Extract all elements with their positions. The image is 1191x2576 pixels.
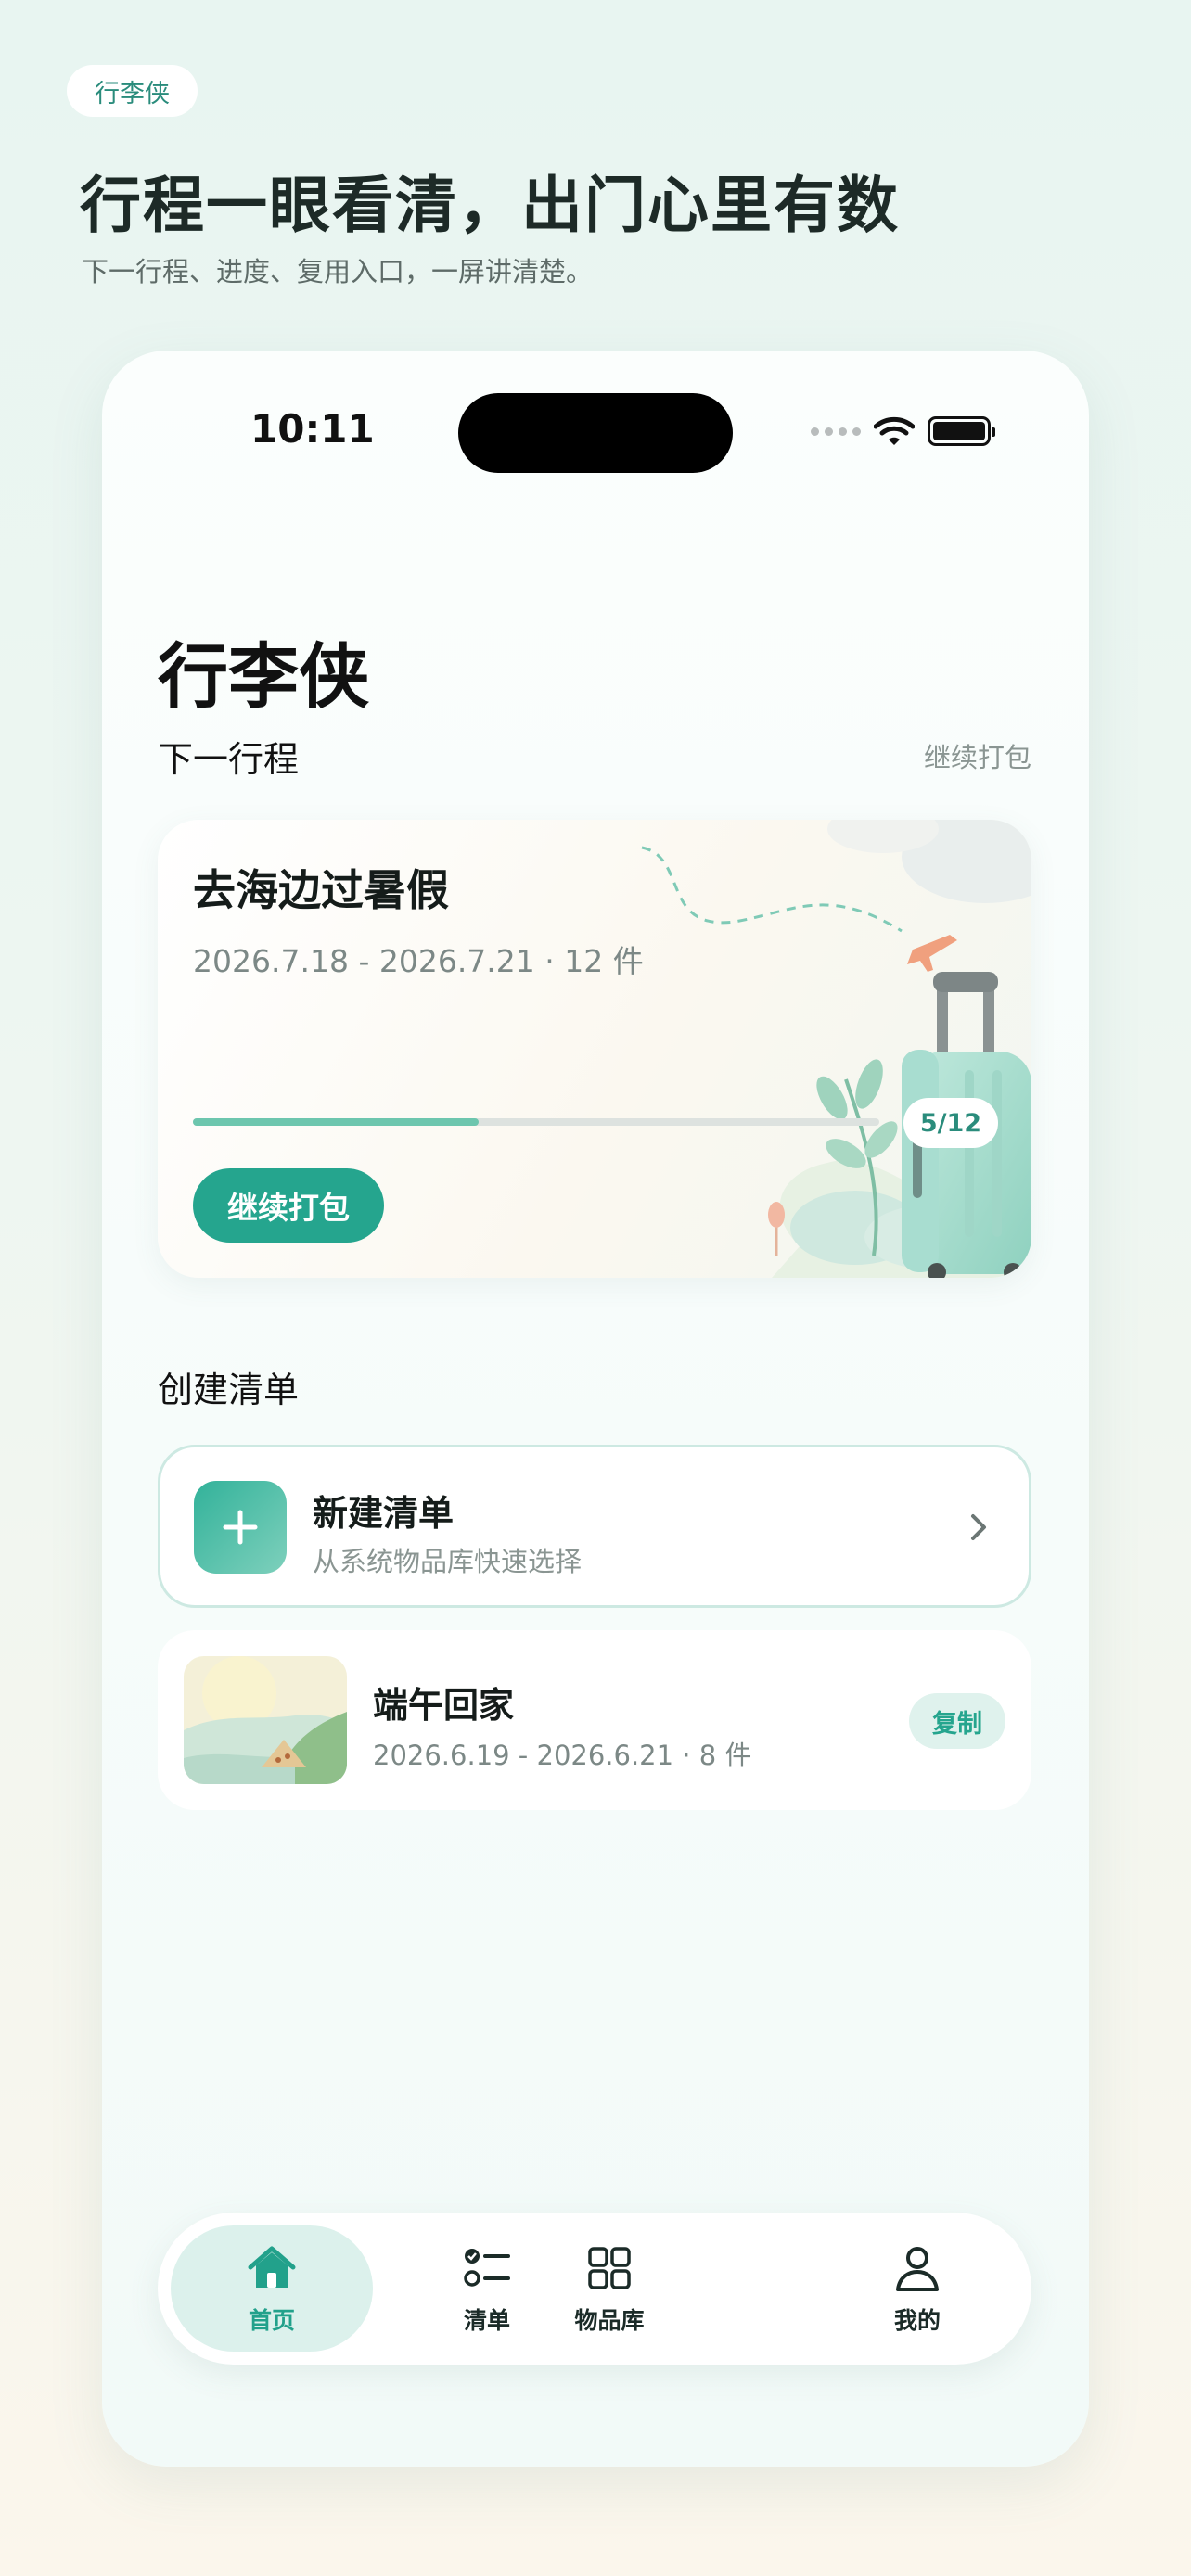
trip-name: 去海边过暑假 — [193, 865, 449, 915]
packed-count-badge: 5/12 — [903, 1098, 998, 1148]
dynamic-island — [458, 393, 733, 473]
status-icons — [811, 415, 995, 447]
plus-icon — [194, 1481, 287, 1574]
user-icon — [896, 2247, 939, 2291]
continue-packing-link[interactable]: 继续打包 — [924, 736, 1031, 775]
new-list-title: 新建清单 — [313, 1493, 455, 1534]
continue-packing-button[interactable]: 继续打包 — [193, 1168, 384, 1243]
packing-progress-bar — [193, 1118, 879, 1126]
trip-thumbnail — [184, 1656, 347, 1784]
tab-home[interactable]: 首页 — [171, 2225, 373, 2352]
new-list-subtitle: 从系统物品库快速选择 — [313, 1546, 583, 1577]
next-trip-card[interactable]: 去海边过暑假 2026.7.18 - 2026.7.21 · 12 件 5/12… — [158, 820, 1031, 1278]
tab-bar: 首页 清单 物品库 我的 — [158, 2213, 1031, 2365]
hero-subtitle: 下一行程、进度、复用入口，一屏讲清楚。 — [82, 256, 594, 287]
tab-library-label: 物品库 — [574, 2307, 645, 2334]
chevron-right-icon — [971, 1514, 986, 1540]
checklist-icon — [464, 2249, 510, 2287]
tab-profile[interactable]: 我的 — [816, 2225, 1018, 2352]
wifi-icon — [874, 416, 915, 445]
next-trip-heading: 下一行程 — [158, 739, 300, 780]
tab-home-label: 首页 — [248, 2307, 295, 2334]
phone-frame: 10:11 行李侠 下一行程 继续打包 去海边过暑假 2026.7.18 - 2… — [102, 351, 1089, 2467]
app-title: 行李侠 — [158, 635, 369, 718]
tab-library[interactable]: 物品库 — [508, 2225, 711, 2352]
progress-fill — [193, 1118, 480, 1126]
recent-list-name: 端午回家 — [373, 1685, 515, 1726]
recent-list-card[interactable]: 端午回家 2026.6.19 - 2026.6.21 · 8 件 复制 — [158, 1630, 1031, 1810]
create-list-heading: 创建清单 — [158, 1370, 300, 1410]
signal-icon — [811, 427, 861, 436]
tab-profile-label: 我的 — [893, 2307, 941, 2334]
battery-icon — [928, 416, 995, 446]
new-list-card[interactable]: 新建清单 从系统物品库快速选择 — [158, 1445, 1031, 1608]
home-icon — [248, 2246, 296, 2288]
recent-list-meta: 2026.6.19 - 2026.6.21 · 8 件 — [373, 1740, 752, 1771]
app-badge: 行李侠 — [67, 65, 198, 117]
tab-lists-label: 清单 — [463, 2307, 510, 2334]
luggage-illustration — [641, 820, 1031, 1278]
grid-icon — [588, 2247, 631, 2289]
copy-button[interactable]: 复制 — [909, 1693, 1005, 1749]
trip-meta: 2026.7.18 - 2026.7.21 · 12 件 — [193, 943, 644, 979]
status-time: 10:11 — [250, 406, 375, 452]
hero-title: 行程一眼看清，出门心里有数 — [80, 170, 900, 241]
